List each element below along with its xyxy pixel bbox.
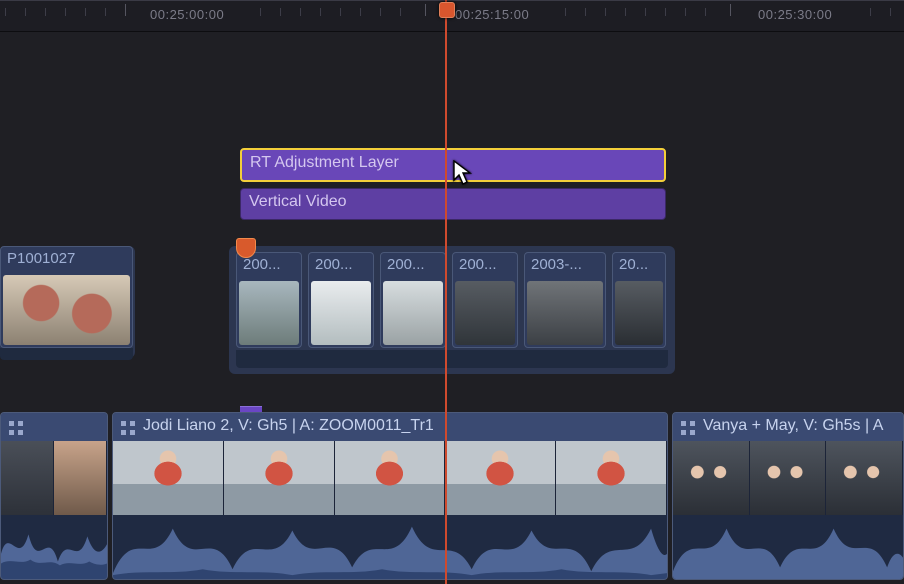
title-clip-vertical-video[interactable]: Vertical Video (240, 188, 666, 220)
cursor-arrow-icon (453, 160, 473, 186)
connected-clip[interactable]: 200... (308, 252, 374, 348)
storyline-clip-vanya-may[interactable]: Vanya + May, V: Gh5s | A (672, 412, 904, 580)
multicam-angle-icon (681, 421, 695, 435)
clip-label: P1001027 (7, 250, 126, 267)
multicam-angle-icon (121, 421, 135, 435)
clip-label: 200... (315, 256, 367, 273)
playhead[interactable] (445, 0, 447, 584)
clip-label: 200... (459, 256, 511, 273)
connected-clip[interactable]: 200... (236, 252, 302, 348)
ruler-timecode: 00:25:00:00 (150, 7, 224, 22)
connected-clip[interactable]: 200... (452, 252, 518, 348)
filmstrip (1, 441, 107, 515)
storyline-clip-jodi-liano[interactable]: Jodi Liano 2, V: Gh5 | A: ZOOM0011_Tr1 (112, 412, 668, 580)
connected-clip[interactable]: 20... (612, 252, 666, 348)
title-clip-label: Vertical Video (249, 193, 659, 211)
multicam-angle-icon (9, 421, 23, 435)
clip-label: 200... (243, 256, 295, 273)
audio-waveform (673, 515, 903, 579)
connected-clip-p1001027[interactable]: P1001027 (0, 246, 133, 348)
ruler-timecode: 00:25:30:00 (758, 7, 832, 22)
playhead-knob-icon[interactable] (439, 2, 455, 18)
clip-label: 2003-... (531, 256, 599, 273)
audio-waveform (113, 515, 667, 579)
clip-title: Jodi Liano 2, V: Gh5 | A: ZOOM0011_Tr1 (143, 417, 661, 435)
filmstrip (673, 441, 903, 515)
connected-clip[interactable]: 200... (380, 252, 446, 348)
connected-clip[interactable]: 2003-... (524, 252, 606, 348)
marker-icon[interactable] (236, 238, 256, 258)
clip-label: 20... (619, 256, 659, 273)
filmstrip (113, 441, 667, 515)
storyline-clip[interactable] (0, 412, 108, 580)
clip-label: 200... (387, 256, 439, 273)
audio-waveform (1, 515, 107, 579)
clip-title: Vanya + May, V: Gh5s | A (703, 417, 897, 435)
ruler-timecode: 00:25:15:00 (455, 7, 529, 22)
